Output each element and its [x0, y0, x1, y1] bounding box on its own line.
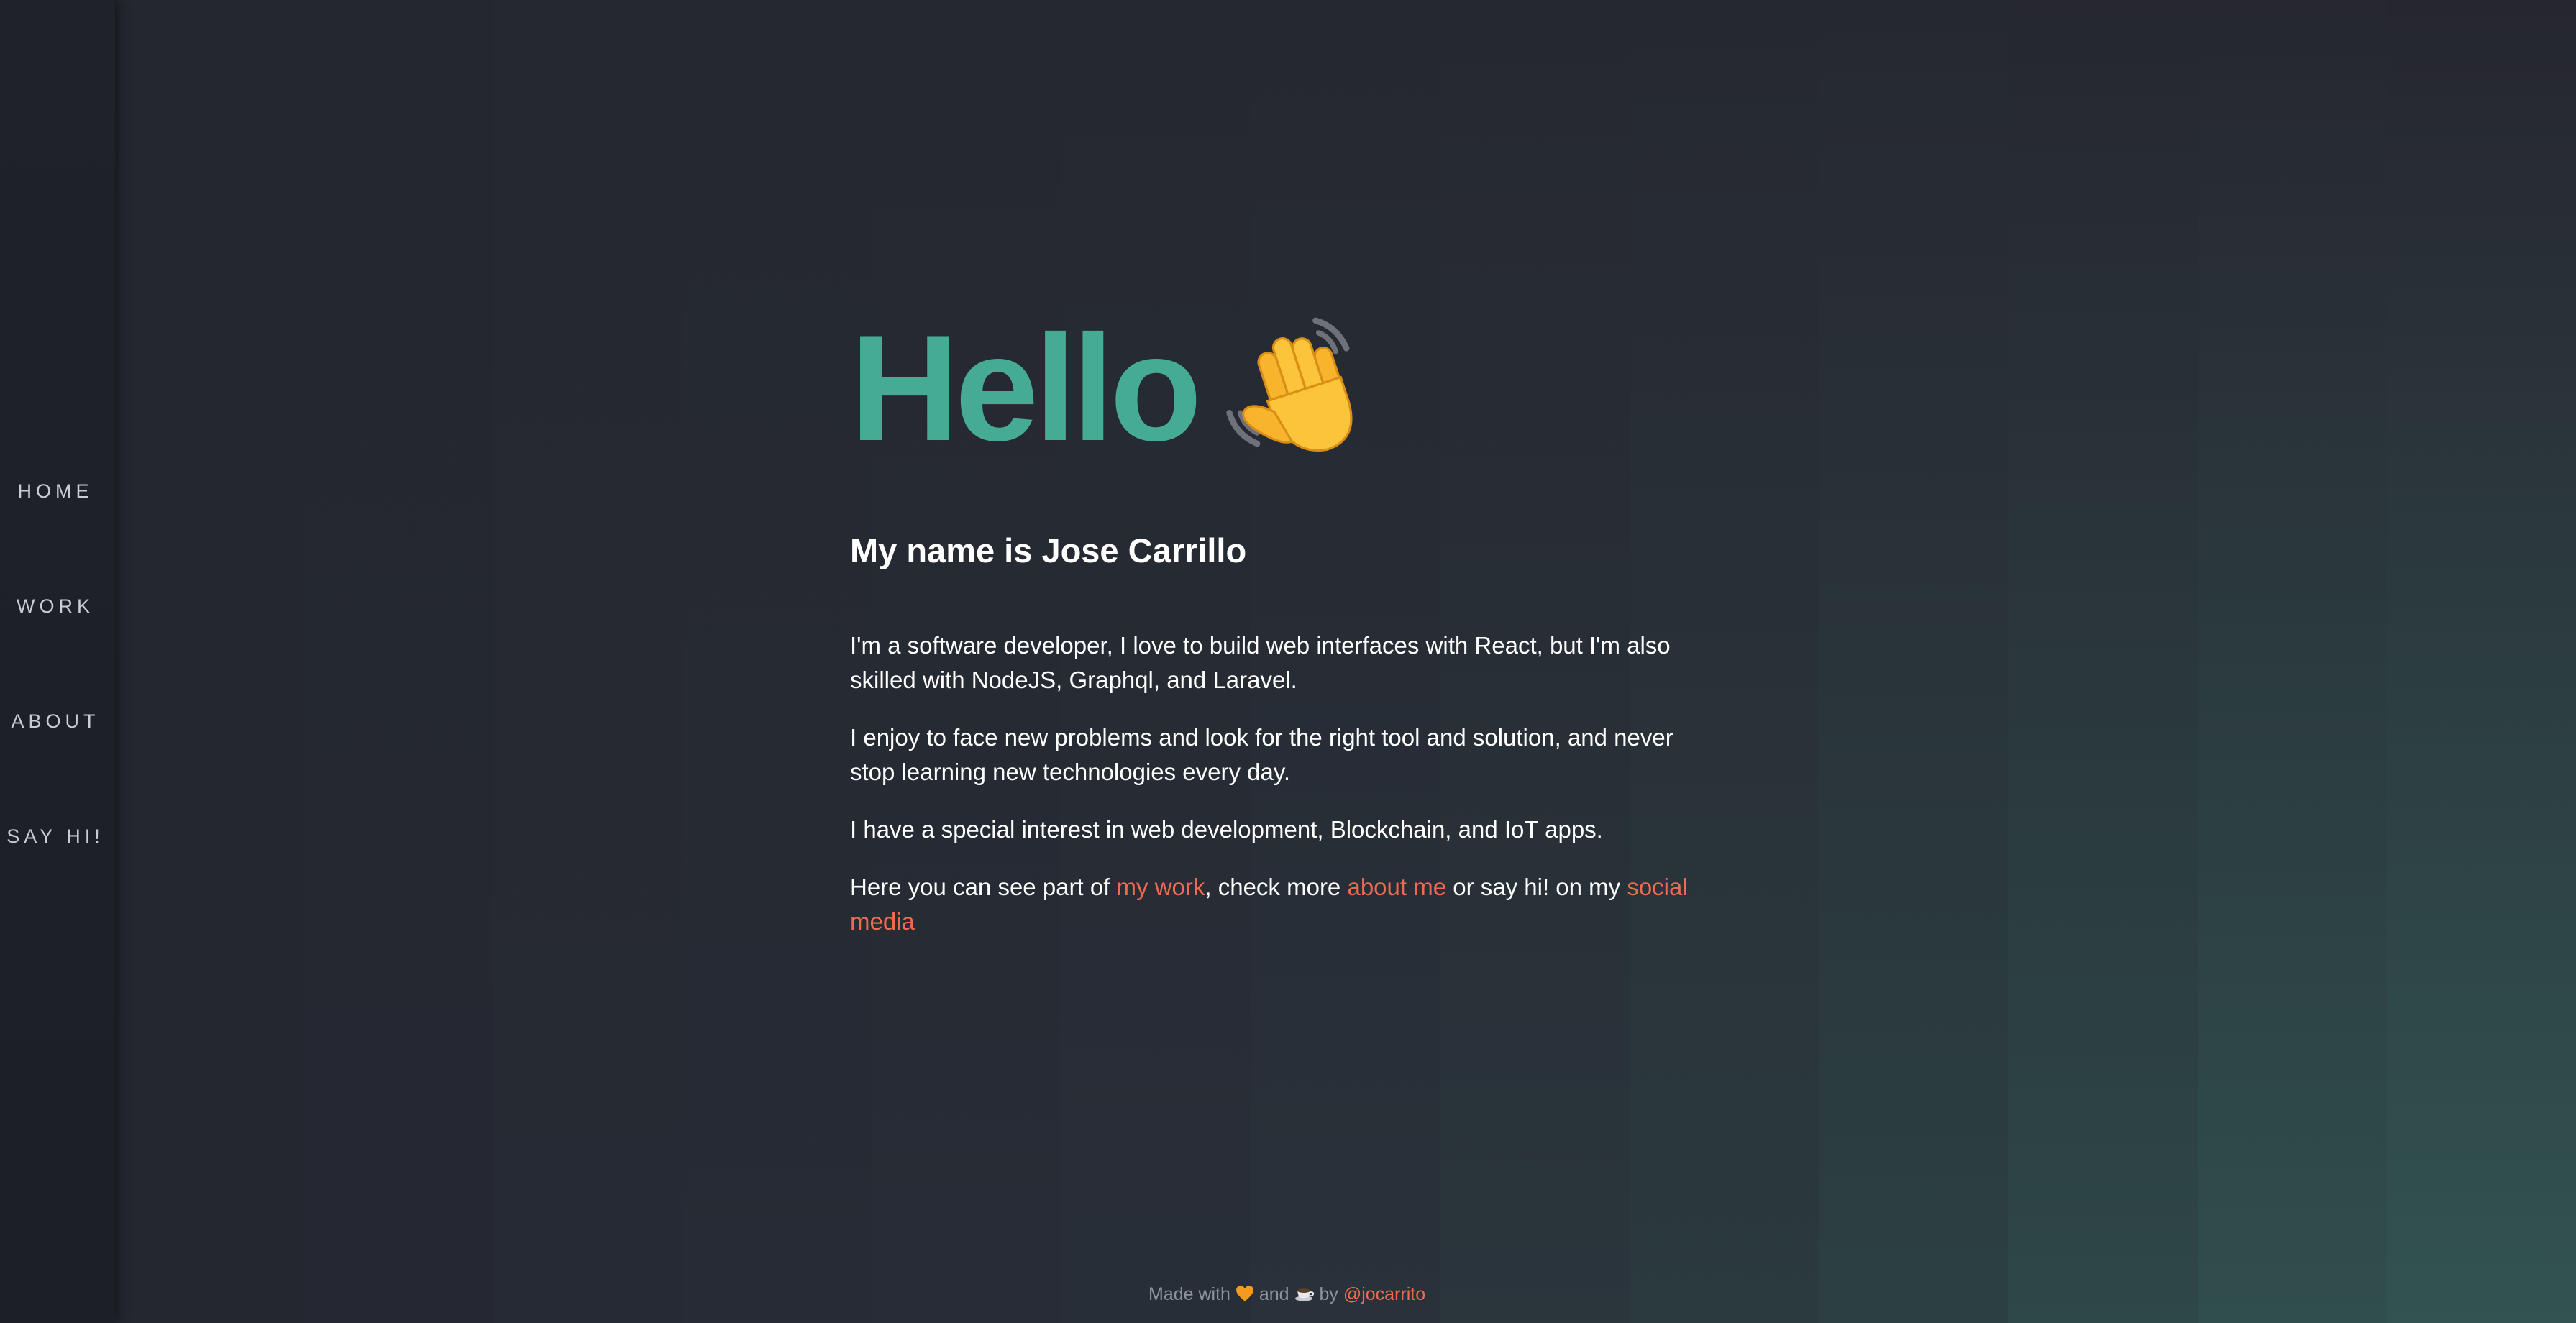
sidebar-nav: HOME WORK ABOUT SAY HI!	[0, 0, 115, 1323]
intro-name: My name is Jose Carrillo	[850, 531, 1247, 569]
about-me-link[interactable]: about me	[1347, 874, 1446, 900]
footer-by: by	[1319, 1284, 1338, 1304]
my-work-link[interactable]: my work	[1117, 874, 1205, 900]
orange-heart-icon	[1236, 1286, 1253, 1301]
author-handle-link[interactable]: @jocarrito	[1343, 1284, 1425, 1304]
intro-paragraph-4: Here you can see part of my work, check …	[850, 870, 1691, 939]
footer-made-with: Made with	[1148, 1284, 1230, 1304]
intro-paragraph-3: I have a special interest in web develop…	[850, 816, 1603, 843]
nav-item-work[interactable]: WORK	[0, 595, 111, 618]
waving-hand-icon	[1226, 317, 1353, 452]
nav-item-about[interactable]: ABOUT	[0, 710, 111, 733]
paragraph-text: or say hi! on my	[1446, 874, 1627, 900]
footer: Made with and by @jocarrito	[1148, 1284, 1425, 1305]
footer-and: and	[1259, 1284, 1289, 1304]
intro-paragraph-2: I enjoy to face new problems and look fo…	[850, 724, 1673, 785]
intro-paragraph-1: I'm a software developer, I love to buil…	[850, 632, 1671, 693]
nav-item-home[interactable]: HOME	[0, 480, 111, 503]
paragraph-text: , check more	[1205, 874, 1348, 900]
hero-heading: Hello	[850, 309, 1377, 467]
paragraph-text: Here you can see part of	[850, 874, 1117, 900]
nav-item-say-hi[interactable]: SAY HI!	[0, 825, 111, 848]
coffee-cup-icon	[1294, 1288, 1314, 1301]
hello-heading: Hello	[850, 303, 1202, 472]
page: HOME WORK ABOUT SAY HI! Hello My name is…	[0, 0, 2576, 1323]
